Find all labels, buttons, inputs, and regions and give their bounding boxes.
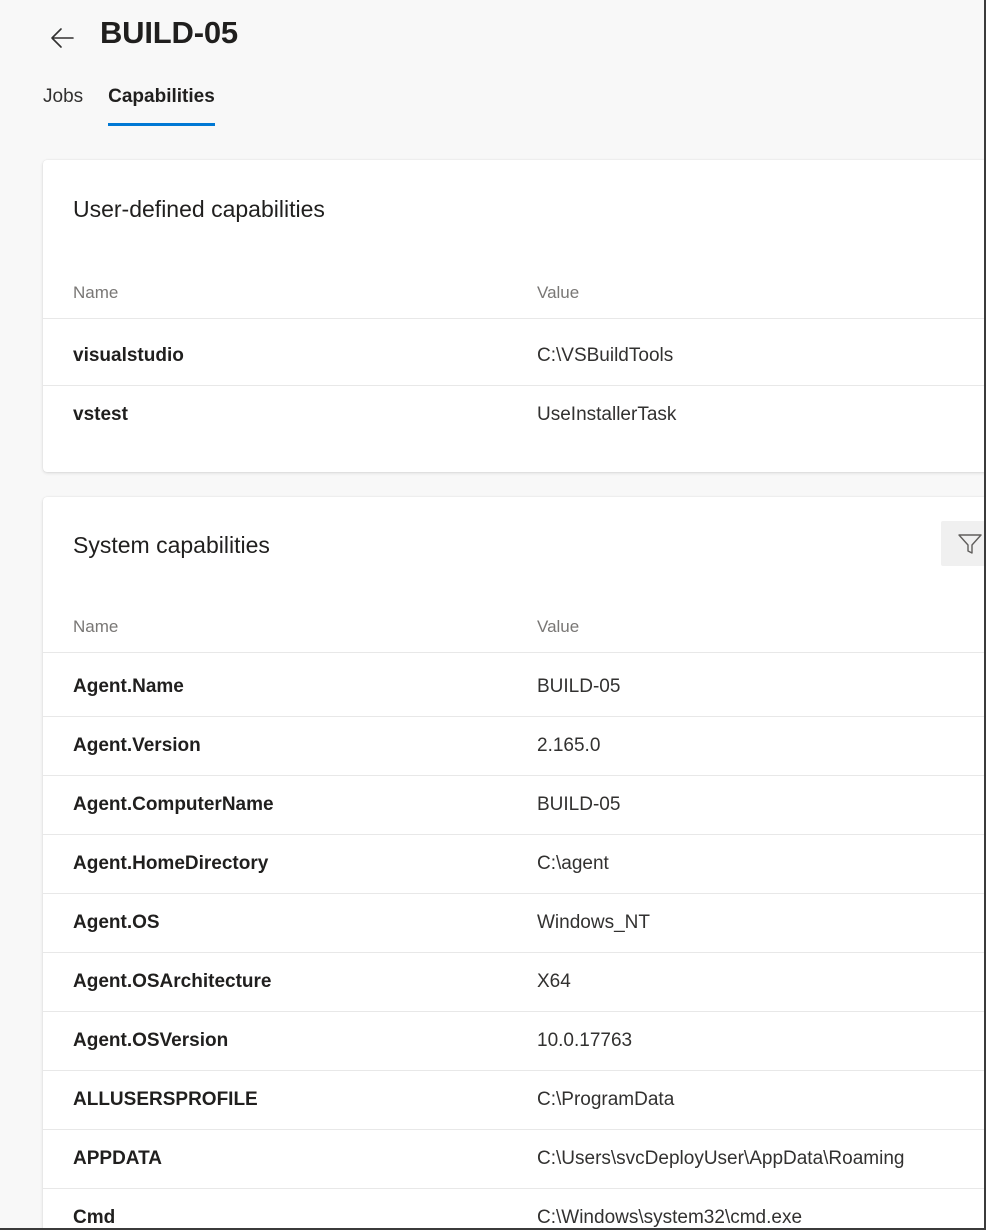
filter-button[interactable] bbox=[941, 521, 984, 566]
capability-name: Agent.Version bbox=[73, 735, 201, 756]
table-row[interactable]: Agent.HomeDirectory C:\agent bbox=[43, 835, 984, 894]
capability-value: X64 bbox=[537, 971, 571, 992]
capability-name: Agent.Name bbox=[73, 676, 184, 697]
capability-value: BUILD-05 bbox=[537, 794, 621, 815]
capability-value: C:\Users\svcDeployUser\AppData\Roaming bbox=[537, 1148, 905, 1169]
table-row[interactable]: Agent.OSVersion 10.0.17763 bbox=[43, 1012, 984, 1071]
column-header-value[interactable]: Value bbox=[537, 283, 579, 303]
system-capabilities-card: System capabilities Name Value Agent.Nam… bbox=[43, 497, 984, 1228]
capability-name: Agent.ComputerName bbox=[73, 794, 274, 815]
capability-value: C:\agent bbox=[537, 853, 609, 874]
capability-name: Agent.OS bbox=[73, 912, 160, 933]
column-header-name[interactable]: Name bbox=[73, 283, 118, 303]
capability-name: vstest bbox=[73, 404, 128, 425]
capability-value: BUILD-05 bbox=[537, 676, 621, 697]
page-header: BUILD-05 Jobs Capabilities bbox=[0, 0, 984, 150]
capability-value: Windows_NT bbox=[537, 912, 650, 933]
table-row[interactable]: Agent.OSArchitecture X64 bbox=[43, 953, 984, 1012]
user-capabilities-table-header: Name Value bbox=[43, 278, 984, 319]
column-header-name[interactable]: Name bbox=[73, 617, 118, 637]
capability-name: visualstudio bbox=[73, 345, 184, 366]
capability-value: UseInstallerTask bbox=[537, 404, 677, 425]
back-button[interactable] bbox=[44, 20, 80, 56]
capability-value: C:\VSBuildTools bbox=[537, 345, 674, 366]
table-row[interactable]: visualstudio C:\VSBuildTools bbox=[43, 327, 984, 386]
table-row[interactable]: APPDATA C:\Users\svcDeployUser\AppData\R… bbox=[43, 1130, 984, 1189]
table-row[interactable]: Cmd C:\Windows\system32\cmd.exe bbox=[43, 1189, 984, 1228]
user-capabilities-rows: visualstudio C:\VSBuildTools vstest UseI… bbox=[43, 327, 984, 444]
table-row[interactable]: Agent.OS Windows_NT bbox=[43, 894, 984, 953]
user-capabilities-card: User-defined capabilities Name Value vis… bbox=[43, 160, 984, 472]
capability-name: Cmd bbox=[73, 1207, 116, 1228]
capability-value: 2.165.0 bbox=[537, 735, 601, 756]
capability-name: Agent.OSVersion bbox=[73, 1030, 229, 1051]
table-row[interactable]: Agent.ComputerName BUILD-05 bbox=[43, 776, 984, 835]
table-row[interactable]: Agent.Version 2.165.0 bbox=[43, 717, 984, 776]
capability-value: 10.0.17763 bbox=[537, 1030, 633, 1051]
tab-capabilities[interactable]: Capabilities bbox=[108, 86, 215, 126]
system-capabilities-rows: Agent.Name BUILD-05 Agent.Version 2.165.… bbox=[43, 658, 984, 1228]
capability-value: C:\Windows\system32\cmd.exe bbox=[537, 1207, 803, 1228]
capability-value: C:\ProgramData bbox=[537, 1089, 675, 1110]
tab-jobs[interactable]: Jobs bbox=[43, 86, 83, 126]
tab-bar: Jobs Capabilities bbox=[43, 86, 215, 126]
page: BUILD-05 Jobs Capabilities User-defined … bbox=[0, 0, 986, 1230]
system-capabilities-table-header: Name Value bbox=[43, 612, 984, 653]
arrow-left-icon bbox=[51, 28, 74, 48]
capability-name: APPDATA bbox=[73, 1148, 163, 1169]
table-row[interactable]: ALLUSERSPROFILE C:\ProgramData bbox=[43, 1071, 984, 1130]
table-row[interactable]: vstest UseInstallerTask bbox=[43, 386, 984, 444]
column-header-value[interactable]: Value bbox=[537, 617, 579, 637]
capability-name: ALLUSERSPROFILE bbox=[73, 1089, 258, 1110]
capability-name: Agent.OSArchitecture bbox=[73, 971, 272, 992]
table-row[interactable]: Agent.Name BUILD-05 bbox=[43, 658, 984, 717]
filter-icon bbox=[958, 533, 982, 554]
capability-name: Agent.HomeDirectory bbox=[73, 853, 269, 874]
system-capabilities-title: System capabilities bbox=[73, 532, 270, 558]
page-title: BUILD-05 bbox=[100, 15, 238, 50]
user-capabilities-title: User-defined capabilities bbox=[73, 196, 325, 222]
